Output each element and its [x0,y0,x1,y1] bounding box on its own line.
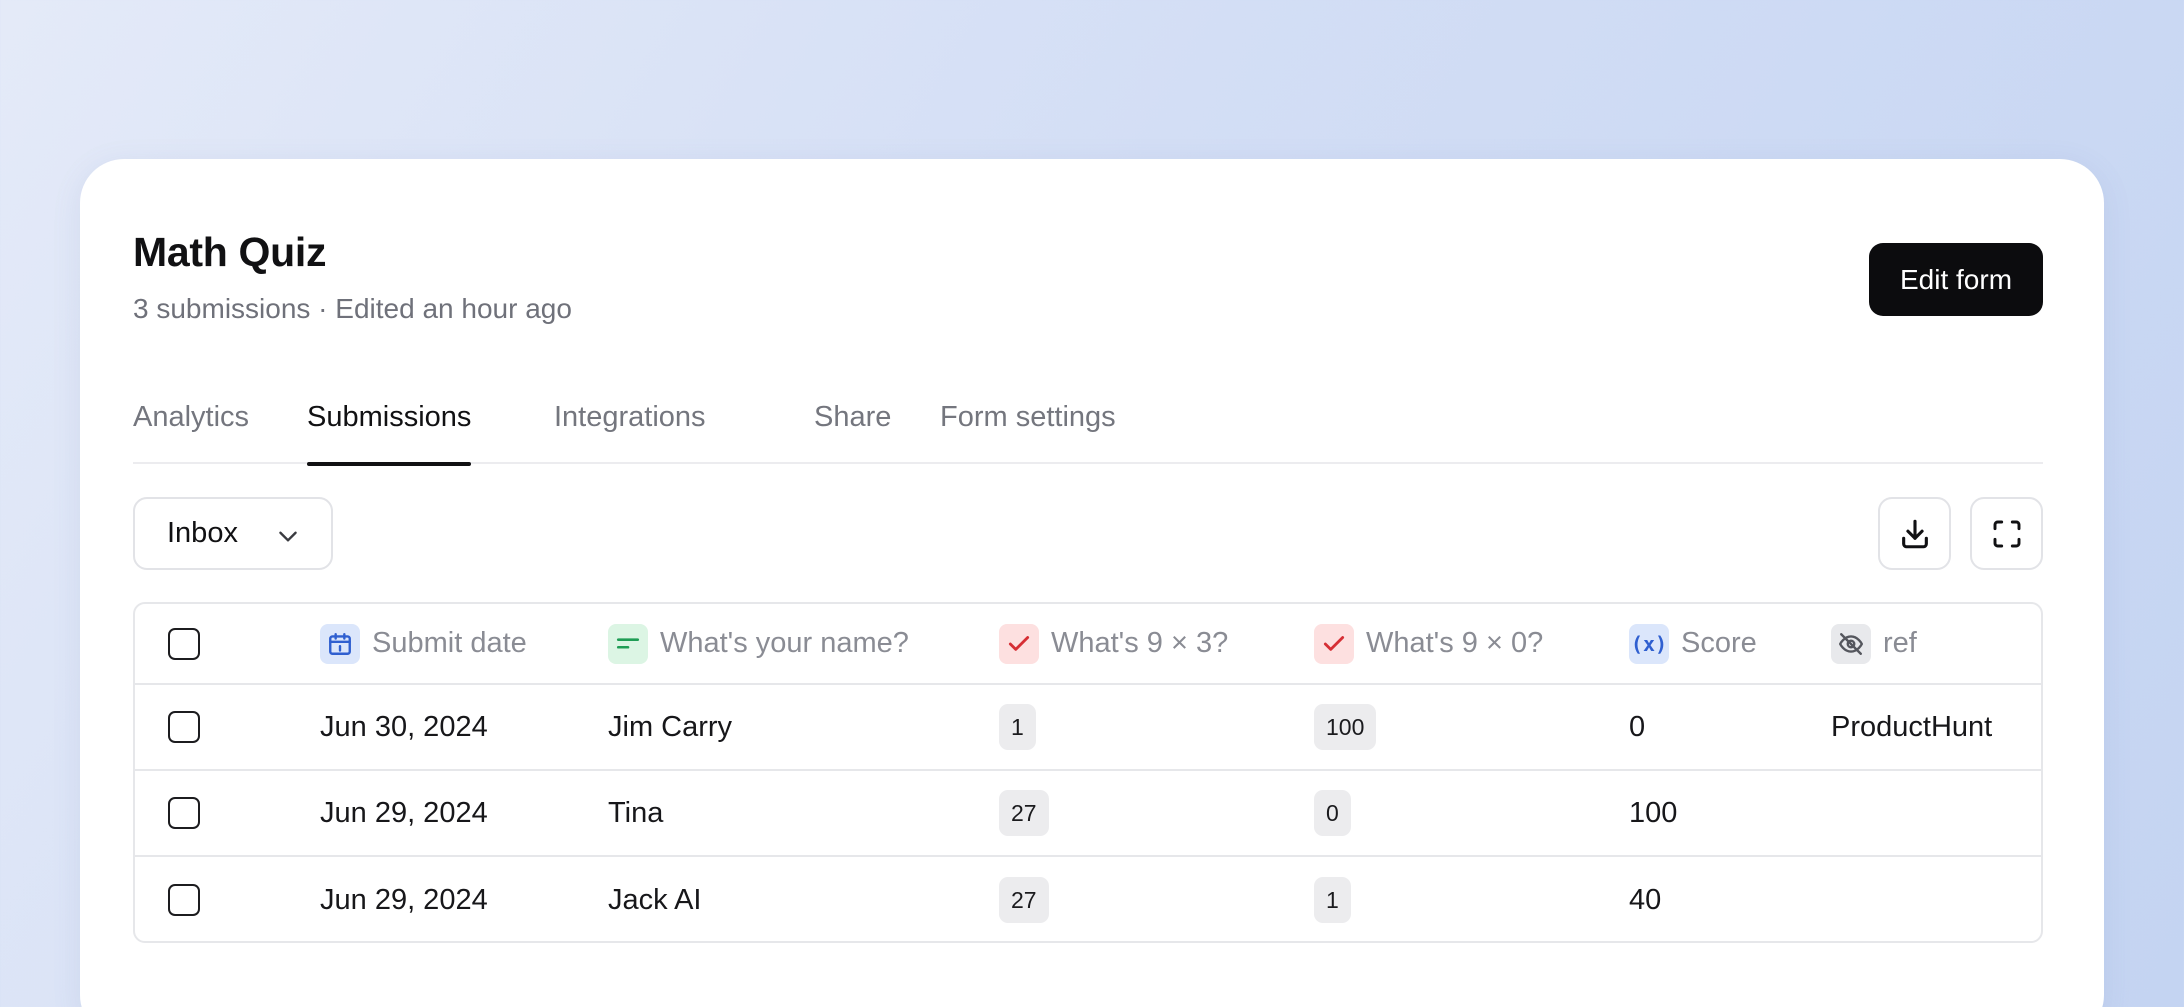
table-header-row: Submit date What's your name? What's 9 ×… [135,604,2041,685]
page-title: Math Quiz [133,229,327,275]
edit-form-button[interactable]: Edit form [1869,243,2043,316]
row-checkbox[interactable] [168,797,200,829]
column-header-submit-date[interactable]: Submit date [320,604,527,683]
calendar-icon [320,623,360,664]
cell-answer-q2: 100 [1314,704,1377,750]
column-header-q2[interactable]: What's 9 × 0? [1314,604,1543,683]
tab-submissions[interactable]: Submissions [307,399,472,466]
tab-integrations[interactable]: Integrations [554,399,706,464]
column-header-q1[interactable]: What's 9 × 3? [999,604,1228,683]
cell-score: 40 [1629,883,1662,916]
row-checkbox[interactable] [168,711,200,743]
short-text-icon [608,623,648,664]
tab-share[interactable]: Share [814,399,891,464]
variable-icon: (x) [1629,623,1669,664]
cell-name: Jim Carry [608,710,733,743]
cell-submit-date: Jun 29, 2024 [320,883,488,916]
cell-submit-date: Jun 30, 2024 [320,710,488,743]
view-select-value: Inbox [167,517,238,549]
cell-answer-q1: 27 [999,877,1049,923]
download-icon [1901,519,1928,548]
column-header-ref[interactable]: ref [1831,604,1917,683]
check-icon [999,623,1039,664]
cell-answer-q1: 1 [999,704,1036,750]
cell-answer-q2: 1 [1314,877,1351,923]
download-button[interactable] [1878,497,1951,570]
check-icon [1314,623,1354,664]
cell-name: Tina [608,796,664,829]
eye-off-icon [1831,623,1871,664]
submissions-table: Submit date What's your name? What's 9 ×… [133,602,2043,943]
cell-submit-date: Jun 29, 2024 [320,796,488,829]
select-all-checkbox[interactable] [168,627,200,660]
row-checkbox[interactable] [168,884,200,916]
table-row[interactable]: Jun 30, 2024 Jim Carry 1 100 0 ProductHu… [135,685,2041,771]
cell-answer-q1: 27 [999,790,1049,836]
tab-form-settings[interactable]: Form settings [940,399,1116,464]
form-subtitle: 3 submissions · Edited an hour ago [133,293,572,324]
cell-answer-q2: 0 [1314,790,1351,836]
tab-bar: Analytics Submissions Integrations Share… [133,399,2043,466]
view-select-dropdown[interactable]: Inbox [133,497,333,570]
table-row[interactable]: Jun 29, 2024 Jack AI 27 1 40 [135,857,2041,941]
cell-ref: ProductHunt [1831,710,1993,743]
table-row[interactable]: Jun 29, 2024 Tina 27 0 100 [135,771,2041,857]
cell-score: 100 [1629,796,1678,829]
column-header-name[interactable]: What's your name? [608,604,909,683]
column-header-score[interactable]: (x) Score [1629,604,1757,683]
cell-name: Jack AI [608,883,702,916]
chevron-down-icon [279,531,297,542]
cell-score: 0 [1629,710,1646,743]
tab-analytics[interactable]: Analytics [133,399,249,464]
form-card: Math Quiz 3 submissions · Edited an hour… [80,159,2104,1007]
fullscreen-icon [1993,520,2020,547]
fullscreen-button[interactable] [1970,497,2043,570]
